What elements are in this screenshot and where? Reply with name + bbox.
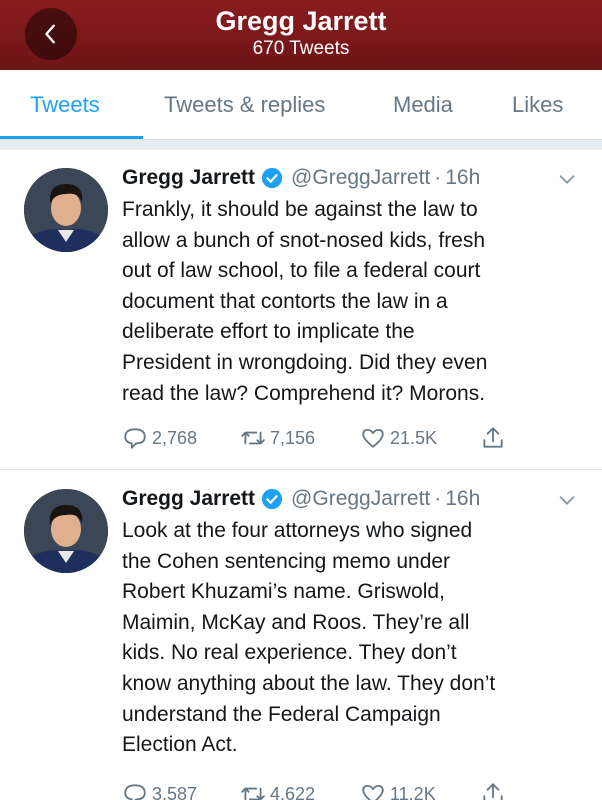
tab-likes[interactable]: Likes (512, 92, 563, 118)
tweet-text-line: Robert Khuzami’s name. Griswold, (122, 580, 445, 604)
avatar[interactable] (24, 168, 108, 252)
chevron-down-icon[interactable] (556, 168, 578, 190)
like-button[interactable]: 21.5K (360, 425, 437, 451)
section-divider (0, 140, 602, 150)
tweet[interactable]: Gregg Jarrett @GreggJarrett · 16h Look a… (0, 471, 602, 800)
tweet-text-line: Maimin, McKay and Roos. They’re all (122, 610, 470, 634)
like-count: 11.2K (390, 783, 436, 800)
tweet-text: Frankly, it should be against the law to… (122, 195, 582, 409)
verified-badge-icon (261, 167, 283, 189)
profile-photo-icon (24, 168, 108, 252)
share-icon (483, 783, 503, 800)
retweet-count: 4,622 (270, 783, 316, 800)
tweet-count: 670 Tweets (252, 38, 350, 59)
separator: · (434, 166, 442, 189)
active-tab-indicator (0, 136, 143, 139)
tweet-text-line: Frankly, it should be against the law to (122, 198, 478, 221)
like-button[interactable]: 11.2K (360, 781, 436, 800)
tweet-text-line: deliberate effort to implicate the (122, 320, 415, 344)
retweet-count: 7,156 (270, 427, 316, 448)
share-button[interactable] (480, 425, 510, 451)
author-name[interactable]: Gregg Jarrett (122, 487, 255, 511)
heart-icon (362, 428, 384, 448)
tweet-text-line: Election Act. (122, 733, 238, 757)
tweet-text: Look at the four attorneys who signed th… (122, 516, 582, 761)
verified-badge-icon (261, 488, 283, 510)
avatar[interactable] (24, 489, 108, 573)
reply-button[interactable]: 3,587 (122, 781, 197, 800)
share-icon (483, 427, 503, 448)
chevron-down-icon[interactable] (556, 489, 578, 511)
reply-icon (124, 784, 146, 800)
tab-tweets[interactable]: Tweets (30, 92, 100, 118)
reply-count: 2,768 (152, 427, 198, 448)
profile-tabs: Tweets Tweets & replies Media Likes (0, 70, 602, 140)
tweet-actions: 2,768 7,156 21.5K (122, 425, 582, 455)
tweet-text-line: Look at the four attorneys who signed (122, 519, 473, 542)
profile-name-title: Gregg Jarrett (215, 6, 387, 36)
tweet-text-line: document that contorts the law in a (122, 289, 448, 313)
tweet-actions: 3,587 4,622 11.2K (122, 781, 582, 800)
profile-photo-icon (24, 489, 108, 573)
heart-icon (362, 784, 384, 800)
author-handle[interactable]: @GreggJarrett (291, 487, 430, 511)
like-count: 21.5K (390, 427, 438, 448)
separator: · (434, 487, 442, 510)
tweet-time[interactable]: 16h (445, 487, 480, 511)
author-handle[interactable]: @GreggJarrett (291, 166, 430, 190)
tab-tweets-and-replies[interactable]: Tweets & replies (164, 92, 325, 118)
retweet-icon (241, 787, 265, 800)
tweet-time[interactable]: 16h (445, 166, 480, 190)
tweet-text-line: President in wrongdoing. Did they even (122, 350, 488, 374)
reply-icon (124, 428, 146, 449)
retweet-icon (241, 431, 265, 445)
tab-media[interactable]: Media (393, 92, 453, 118)
share-button[interactable] (480, 781, 510, 800)
reply-count: 3,587 (152, 783, 198, 800)
tweet[interactable]: Gregg Jarrett @GreggJarrett · 16h Frankl… (0, 150, 602, 470)
tweet-text-line: understand the Federal Campaign (122, 702, 441, 726)
retweet-button[interactable]: 7,156 (240, 425, 315, 451)
tweet-text-line: know anything about the law. They don’t (122, 671, 496, 695)
tweet-text-line: read the law? Comprehend it? Morons. (122, 381, 486, 405)
reply-button[interactable]: 2,768 (122, 425, 197, 451)
tweet-text-line: kids. No real experience. They don’t (122, 641, 457, 665)
tweet-text-line: the Cohen sentencing memo under (122, 549, 451, 573)
author-name[interactable]: Gregg Jarrett (122, 166, 255, 190)
tweet-header: Gregg Jarrett @GreggJarrett · 16h (122, 484, 480, 514)
retweet-button[interactable]: 4,622 (240, 781, 315, 800)
tweet-text-line: allow a bunch of snot-nosed kids, fresh (122, 228, 486, 252)
profile-header: Gregg Jarrett 670 Tweets (0, 0, 602, 70)
tweet-text-line: out of law school, to file a federal cou… (122, 259, 481, 283)
tweet-header: Gregg Jarrett @GreggJarrett · 16h (122, 163, 480, 193)
